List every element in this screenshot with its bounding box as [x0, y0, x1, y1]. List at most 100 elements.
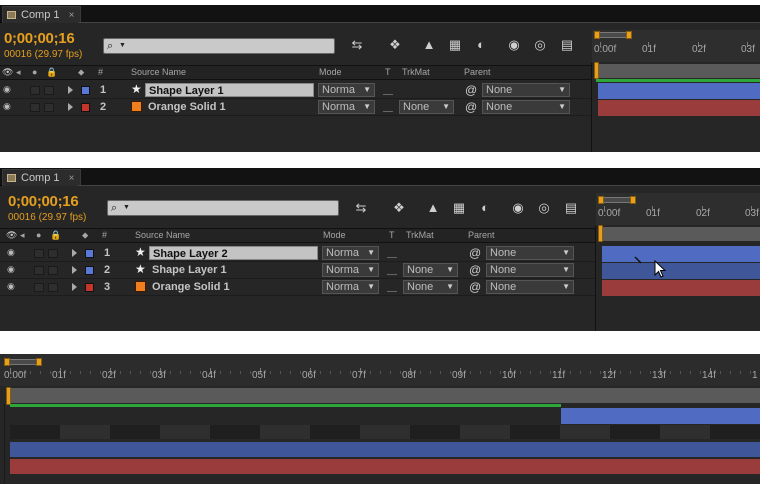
- trkmat-dropdown[interactable]: None ▼: [403, 263, 458, 277]
- layer-duration-bar[interactable]: [602, 280, 760, 296]
- mode-dropdown[interactable]: Norma ▼: [322, 246, 379, 260]
- parent-dropdown[interactable]: None ▼: [486, 280, 574, 294]
- frame-blending-icon[interactable]: ▦: [450, 200, 468, 216]
- solo-switch-icon[interactable]: ●: [32, 67, 37, 77]
- auto-keyframe-icon[interactable]: ◎: [535, 200, 553, 216]
- close-tab-icon[interactable]: ×: [69, 173, 75, 184]
- mode-dropdown[interactable]: Norma ▼: [322, 280, 379, 294]
- navigator-end-handle[interactable]: [36, 358, 42, 366]
- video-switch-icon[interactable]: 👁: [6, 230, 17, 241]
- solo-toggle[interactable]: [30, 86, 40, 95]
- lock-switch-icon[interactable]: 🔒: [46, 67, 57, 78]
- eye-icon[interactable]: ◉: [7, 282, 18, 291]
- label-color-swatch[interactable]: [85, 283, 94, 292]
- preserve-transparency-toggle[interactable]: [387, 248, 397, 258]
- current-time-display[interactable]: 0;00;00;16: [8, 193, 79, 210]
- lock-toggle[interactable]: [48, 249, 58, 258]
- work-area-bar[interactable]: [600, 227, 760, 241]
- comp-tab[interactable]: Comp 1 ×: [2, 6, 82, 23]
- layer-name[interactable]: Shape Layer 1: [145, 83, 314, 97]
- time-ruler[interactable]: 0:00f 01f 02f 03f: [596, 193, 760, 225]
- motion-blur-icon[interactable]: ◐: [476, 200, 494, 216]
- expand-triangle-icon[interactable]: [72, 283, 77, 291]
- parent-dropdown[interactable]: None ▼: [482, 100, 570, 114]
- parent-pickwhip-icon[interactable]: @: [469, 246, 481, 260]
- layer-row[interactable]: ◉ 3 Orange Solid 1 Norma ▼ None ▼ @ None ▼: [0, 279, 596, 296]
- motion-blur-icon[interactable]: ◐: [472, 37, 490, 53]
- draft-3d-icon[interactable]: ❖: [390, 200, 408, 216]
- panel-divider[interactable]: [595, 226, 596, 331]
- layer-name[interactable]: Orange Solid 1: [145, 100, 314, 114]
- close-tab-icon[interactable]: ×: [69, 10, 75, 21]
- navigator-start-handle[interactable]: [594, 31, 600, 39]
- expand-triangle-icon[interactable]: [68, 103, 73, 111]
- layer-duration-bar[interactable]: [10, 442, 760, 457]
- parent-pickwhip-icon[interactable]: @: [465, 83, 477, 97]
- current-time-indicator[interactable]: [594, 62, 599, 79]
- layer-search-input[interactable]: ⌕ ▼: [107, 200, 339, 216]
- work-area-bar[interactable]: [10, 388, 760, 403]
- preserve-transparency-toggle[interactable]: [383, 102, 393, 112]
- trkmat-dropdown[interactable]: None ▼: [399, 100, 454, 114]
- work-area-bar[interactable]: [596, 64, 760, 78]
- navigator-start-handle[interactable]: [4, 358, 10, 366]
- auto-keyframe-icon[interactable]: ◎: [531, 37, 549, 53]
- eye-icon[interactable]: ◉: [7, 248, 18, 257]
- solo-toggle[interactable]: [30, 103, 40, 112]
- layer-duration-bar[interactable]: [561, 408, 760, 424]
- audio-switch-icon[interactable]: ◂: [20, 230, 25, 241]
- source-name-header[interactable]: Source Name: [135, 230, 190, 240]
- layer-name[interactable]: Shape Layer 1: [149, 263, 318, 277]
- mode-dropdown[interactable]: Norma ▼: [322, 263, 379, 277]
- parent-pickwhip-icon[interactable]: @: [469, 263, 481, 277]
- lock-toggle[interactable]: [48, 283, 58, 292]
- navigator-end-handle[interactable]: [630, 196, 636, 204]
- shy-layers-icon[interactable]: ▲: [424, 200, 442, 216]
- current-time-indicator[interactable]: [598, 225, 603, 242]
- solo-switch-icon[interactable]: ●: [36, 230, 41, 240]
- expand-triangle-icon[interactable]: [68, 86, 73, 94]
- parent-pickwhip-icon[interactable]: @: [469, 280, 481, 294]
- shy-layers-icon[interactable]: ▲: [420, 37, 438, 53]
- layer-row[interactable]: ◉ 1 ★ Shape Layer 1 Norma ▼ @ None ▼: [0, 82, 592, 99]
- eye-icon[interactable]: ◉: [3, 102, 14, 111]
- brainstorm-icon[interactable]: ◉: [505, 37, 523, 53]
- layer-row[interactable]: ◉ 2 ★ Shape Layer 1 Norma ▼ None ▼ @ None ▼: [0, 262, 596, 279]
- comp-tab[interactable]: Comp 1 ×: [2, 169, 82, 186]
- label-color-swatch[interactable]: [85, 249, 94, 258]
- solo-toggle[interactable]: [34, 249, 44, 258]
- video-switch-icon[interactable]: 👁: [2, 67, 13, 78]
- layer-row[interactable]: ◉ 2 Orange Solid 1 Norma ▼ None ▼ @ None ▼: [0, 99, 592, 116]
- graph-editor-icon[interactable]: ▤: [562, 200, 580, 216]
- comp-mini-flowchart-icon[interactable]: ⇆: [348, 37, 366, 53]
- navigator-start-handle[interactable]: [598, 196, 604, 204]
- parent-pickwhip-icon[interactable]: @: [465, 100, 477, 114]
- layer-duration-bar[interactable]: [602, 246, 760, 262]
- layer-duration-bar[interactable]: [598, 100, 760, 116]
- layer-search-input[interactable]: ⌕ ▼: [103, 38, 335, 54]
- parent-dropdown[interactable]: None ▼: [486, 246, 574, 260]
- layer-duration-bar[interactable]: [598, 83, 760, 99]
- mode-dropdown[interactable]: Norma ▼: [318, 100, 375, 114]
- draft-3d-icon[interactable]: ❖: [386, 37, 404, 53]
- frame-blending-icon[interactable]: ▦: [446, 37, 464, 53]
- preserve-transparency-toggle[interactable]: [383, 85, 393, 95]
- search-dropdown-icon[interactable]: ▼: [119, 39, 126, 53]
- expand-triangle-icon[interactable]: [72, 266, 77, 274]
- mode-dropdown[interactable]: Norma ▼: [318, 83, 375, 97]
- current-time-display[interactable]: 0;00;00;16: [4, 30, 75, 47]
- current-time-indicator[interactable]: [6, 387, 11, 405]
- layer-name[interactable]: Orange Solid 1: [149, 280, 318, 294]
- layer-name[interactable]: Shape Layer 2: [149, 246, 318, 260]
- time-ruler[interactable]: 0:00f 01f 02f 03f: [592, 30, 760, 62]
- solo-toggle[interactable]: [34, 283, 44, 292]
- graph-editor-icon[interactable]: ▤: [558, 37, 576, 53]
- label-color-swatch[interactable]: [85, 266, 94, 275]
- layer-row[interactable]: ◉ 1 ★ Shape Layer 2 Norma ▼ @ None ▼: [0, 245, 596, 262]
- label-tag-icon[interactable]: ⬥: [78, 67, 84, 78]
- eye-icon[interactable]: ◉: [7, 265, 18, 274]
- parent-dropdown[interactable]: None ▼: [482, 83, 570, 97]
- preserve-transparency-toggle[interactable]: [387, 282, 397, 292]
- layer-duration-bar[interactable]: [10, 459, 760, 474]
- comp-mini-flowchart-icon[interactable]: ⇆: [352, 200, 370, 216]
